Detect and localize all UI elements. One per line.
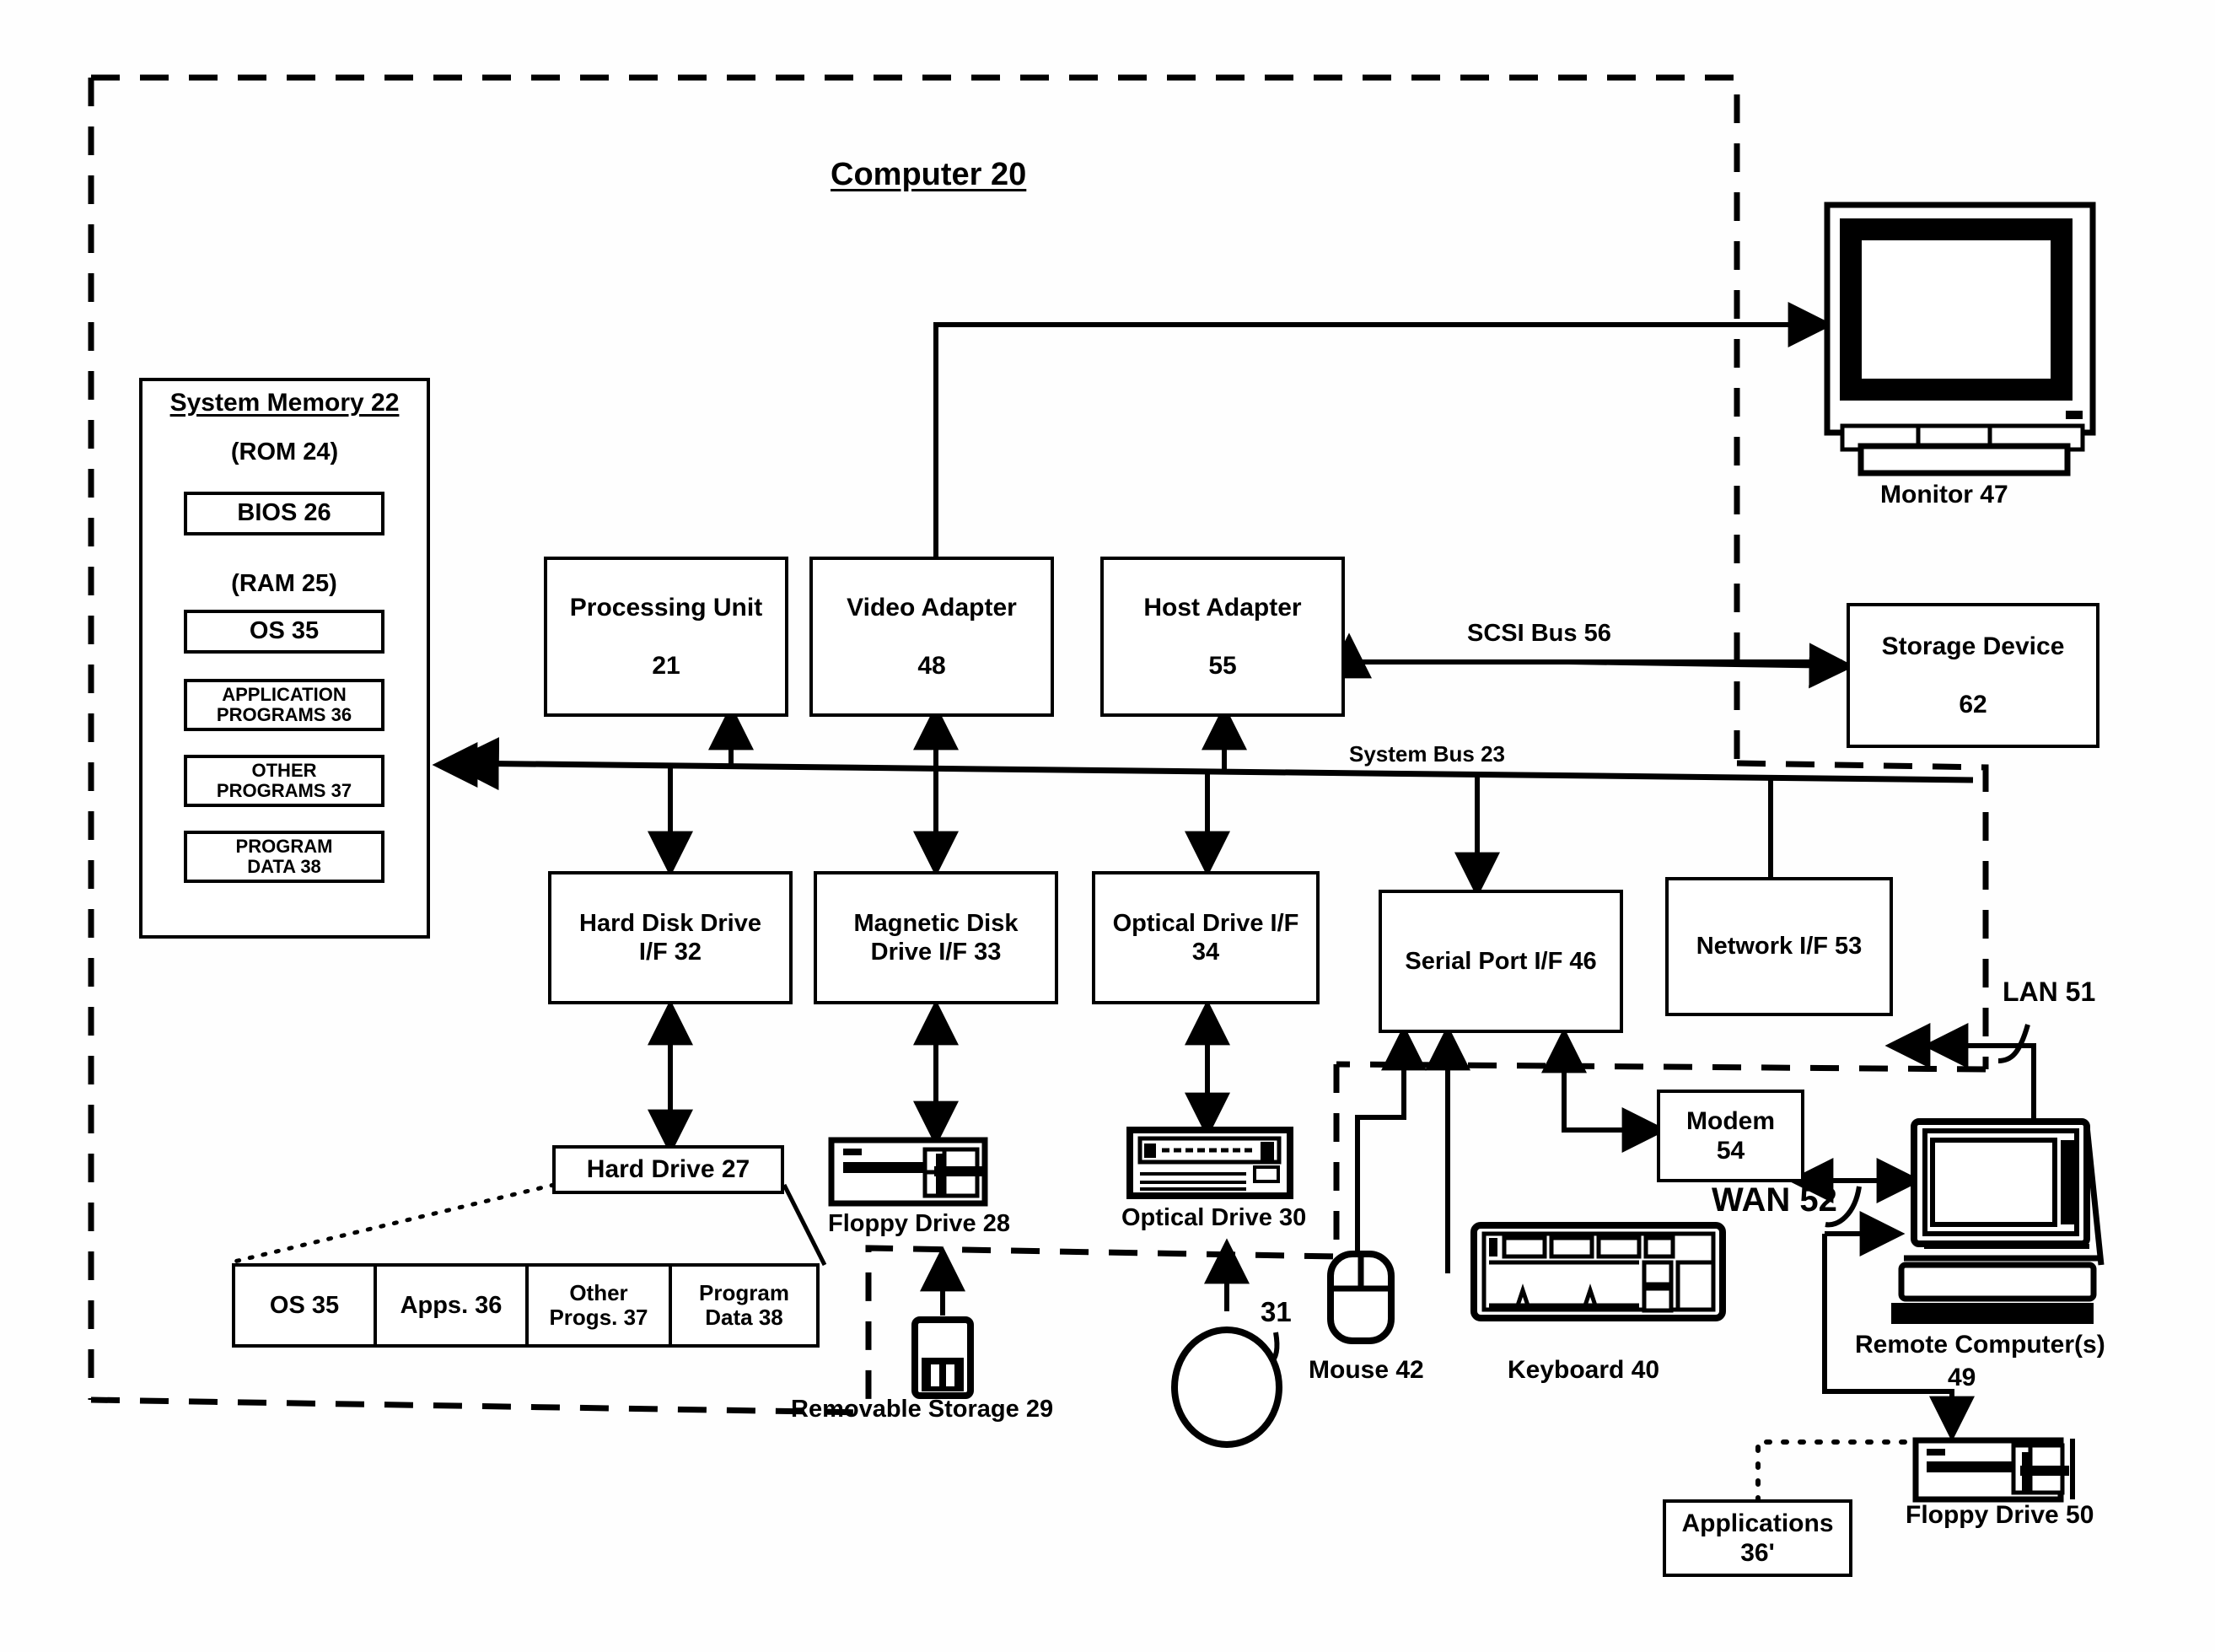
optical-disc-31-caption: 31 bbox=[1261, 1296, 1292, 1327]
network-if-label: Network I/F 53 bbox=[1696, 933, 1863, 961]
modem-ref: 54 bbox=[1716, 1137, 1745, 1165]
computer-boundary-dashed-right bbox=[865, 760, 1989, 1413]
partition-program-data38-label: Program Data 38 bbox=[699, 1279, 789, 1330]
keyboard-icon bbox=[1470, 1222, 1726, 1321]
hard-drive-label: Hard Drive 27 bbox=[586, 1155, 750, 1184]
applications-dotted-leader bbox=[1755, 1439, 1942, 1504]
bios-box: BIOS 26 bbox=[184, 492, 384, 535]
remote-computer-icon bbox=[1891, 1118, 2105, 1324]
system-memory-heading: System Memory 22 bbox=[169, 389, 400, 417]
magnetic-disk-drive-if-line1: Magnetic Disk bbox=[853, 909, 1019, 937]
remote-computer-caption-line2: 49 bbox=[1948, 1364, 1976, 1391]
magnetic-disk-drive-if-box: Magnetic Disk Drive I/F 33 bbox=[814, 871, 1058, 1004]
magnetic-disk-drive-if-line2: Drive I/F 33 bbox=[870, 939, 1002, 966]
monitor-icon bbox=[1824, 202, 2096, 476]
program-data-box: PROGRAM DATA 38 bbox=[184, 831, 384, 883]
optical-drive-30-icon bbox=[1126, 1127, 1293, 1199]
hard-drive-expansion-lines bbox=[232, 1182, 556, 1264]
optical-drive-if-line1: Optical Drive I/F bbox=[1112, 909, 1299, 937]
floppy-drive-50-caption: Floppy Drive 50 bbox=[1906, 1501, 2094, 1529]
processing-unit-name: Processing Unit bbox=[569, 593, 763, 622]
other-programs-label: OTHER PROGRAMS 37 bbox=[216, 759, 352, 801]
removable-storage-icon bbox=[911, 1316, 974, 1399]
system-bus-label: System Bus 23 bbox=[1349, 741, 1505, 767]
storage-device-name: Storage Device bbox=[1881, 632, 2065, 660]
lan-leader bbox=[1997, 1024, 2030, 1063]
wan-label: WAN 52 bbox=[1712, 1181, 1837, 1219]
os35-mem-label: OS 35 bbox=[249, 617, 320, 645]
ram-label: (RAM 25) bbox=[231, 570, 337, 597]
hard-disk-drive-if-line1: Hard Disk Drive bbox=[579, 909, 761, 937]
storage-device-ref: 62 bbox=[1959, 691, 1987, 718]
modem-name: Modem bbox=[1686, 1106, 1775, 1135]
storage-device-box: Storage Device 62 bbox=[1847, 603, 2099, 748]
video-adapter-box: Video Adapter 48 bbox=[809, 557, 1054, 717]
optical-drive-if-line2: 34 bbox=[1191, 939, 1220, 966]
network-if-box: Network I/F 53 bbox=[1665, 877, 1893, 1016]
serial-to-modem bbox=[1541, 1027, 1668, 1153]
processing-unit-box: Processing Unit 21 bbox=[544, 557, 788, 717]
patent-figure-canvas: Computer 20 System Memory 22 (ROM 24) BI… bbox=[0, 0, 2215, 1652]
remote-computer-caption-line1: Remote Computer(s) bbox=[1855, 1331, 2105, 1359]
partition-os35: OS 35 bbox=[232, 1263, 377, 1348]
partition-program-data38: Program Data 38 bbox=[672, 1263, 820, 1348]
host-adapter-name: Host Adapter bbox=[1143, 593, 1302, 622]
lan-label: LAN 51 bbox=[2003, 977, 2096, 1007]
mouse-caption: Mouse 42 bbox=[1309, 1356, 1424, 1384]
page-title: Computer 20 bbox=[831, 157, 1027, 192]
floppy-drive-28-caption: Floppy Drive 28 bbox=[828, 1210, 1010, 1237]
video-to-monitor bbox=[933, 302, 1834, 565]
serial-port-if-label: Serial Port I/F 46 bbox=[1405, 947, 1597, 975]
partition-other-progs37: Other Progs. 37 bbox=[529, 1263, 672, 1348]
floppy-drive-50-icon bbox=[1912, 1437, 2075, 1503]
hard-drive-expansion-solid bbox=[782, 1183, 827, 1267]
application-programs-label: APPLICATION PROGRAMS 36 bbox=[216, 683, 352, 725]
serial-port-if-box: Serial Port I/F 46 bbox=[1379, 890, 1623, 1033]
rom-label: (ROM 24) bbox=[230, 439, 339, 466]
scsi-bus-label: SCSI Bus 56 bbox=[1467, 620, 1611, 647]
application-programs-box: APPLICATION PROGRAMS 36 bbox=[184, 679, 384, 731]
hard-disk-drive-if-box: Hard Disk Drive I/F 32 bbox=[548, 871, 793, 1004]
hard-disk-drive-if-line2: I/F 32 bbox=[638, 939, 702, 966]
removable-storage-caption: Removable Storage 29 bbox=[791, 1396, 1054, 1423]
optical-drive-if-box: Optical Drive I/F 34 bbox=[1092, 871, 1320, 1004]
host-adapter-box: Host Adapter 55 bbox=[1100, 557, 1345, 717]
partition-apps36: Apps. 36 bbox=[377, 1263, 529, 1348]
bios-label: BIOS 26 bbox=[237, 499, 331, 527]
keyboard-caption: Keyboard 40 bbox=[1508, 1356, 1660, 1384]
monitor-caption: Monitor 47 bbox=[1880, 481, 2008, 509]
partition-other-progs37-label: Other Progs. 37 bbox=[549, 1279, 648, 1330]
partition-apps36-label: Apps. 36 bbox=[400, 1291, 503, 1319]
optical-disc-31-icon bbox=[1171, 1326, 1282, 1448]
optical-drive-30-caption: Optical Drive 30 bbox=[1121, 1204, 1307, 1231]
video-adapter-name: Video Adapter bbox=[847, 593, 1017, 622]
floppy-drive-28-icon bbox=[828, 1137, 988, 1207]
mouse-icon bbox=[1327, 1251, 1395, 1344]
other-programs-box: OTHER PROGRAMS 37 bbox=[184, 755, 384, 807]
partition-os35-label: OS 35 bbox=[269, 1291, 340, 1319]
remote-applications-name: Applications bbox=[1681, 1509, 1834, 1537]
processing-unit-ref: 21 bbox=[652, 652, 680, 680]
modem-box: Modem 54 bbox=[1657, 1090, 1804, 1182]
remote-applications-box: Applications 36' bbox=[1663, 1499, 1852, 1577]
host-adapter-ref: 55 bbox=[1208, 652, 1237, 680]
program-data-label: PROGRAM DATA 38 bbox=[235, 835, 333, 877]
video-adapter-ref: 48 bbox=[917, 652, 946, 680]
os35-mem-box: OS 35 bbox=[184, 610, 384, 654]
bus-to-adapters bbox=[708, 704, 1247, 770]
hard-drive-box: Hard Drive 27 bbox=[552, 1145, 784, 1194]
remote-applications-ref: 36' bbox=[1740, 1539, 1775, 1567]
